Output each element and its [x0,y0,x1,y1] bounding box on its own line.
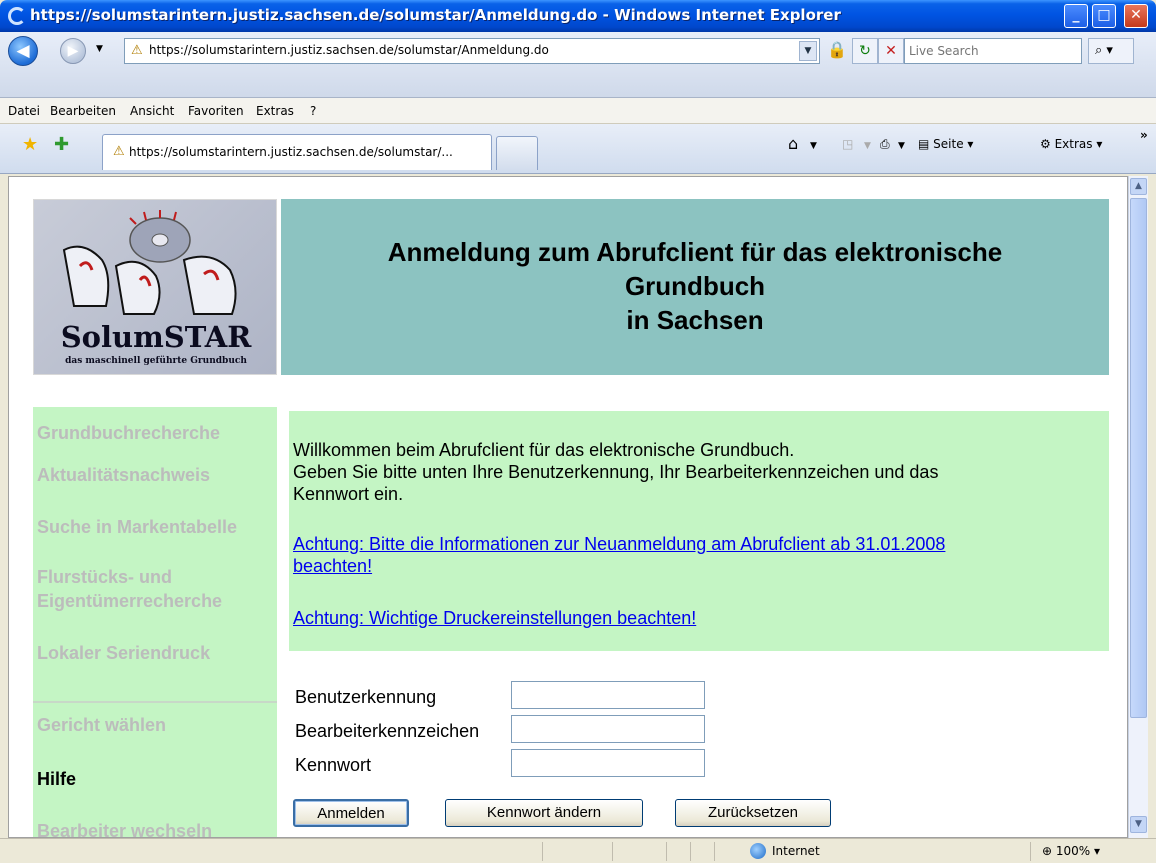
search-icon: ⌕ [1095,43,1103,58]
vertical-scrollbar[interactable]: ▲ ▼ [1128,176,1148,838]
nav-suche-markentabelle[interactable]: Suche in Markentabelle [37,515,237,539]
editor-input[interactable] [511,715,705,743]
nav-bearbeiter-wechseln[interactable]: Bearbeiter wechseln [37,819,212,837]
user-input[interactable] [511,681,705,709]
status-divider [1030,842,1031,861]
change-password-button[interactable]: Kennwort ändern [445,799,643,827]
zoom-level[interactable]: ⊕ 100% ▾ [1042,844,1100,858]
tab-current[interactable]: ⚠ https://solumstarintern.justiz.sachsen… [102,134,492,170]
print-icon[interactable]: ⎙ [880,137,890,152]
security-lock-icon[interactable]: 🔒 [824,37,850,63]
druckereinstellungen-link[interactable]: Achtung: Wichtige Druckereinstellungen b… [293,607,1083,629]
instruction-text-2: Kennwort ein. [293,484,404,504]
close-button[interactable]: ✕ [1124,4,1148,28]
page-header: Anmeldung zum Abrufclient für das elektr… [281,199,1109,375]
page-title: Anmeldung zum Abrufclient für das elektr… [387,237,1003,335]
menu-bar: Datei Bearbeiten Ansicht Favoriten Extra… [0,98,1156,124]
nav-lokaler-seriendruck[interactable]: Lokaler Seriendruck [37,641,210,665]
title-bar: https://solumstarintern.justiz.sachsen.d… [0,0,1156,32]
login-form: Benutzerkennung Bearbeiterkennzeichen Ke… [289,681,989,837]
maximize-button[interactable]: □ [1092,4,1116,28]
solumstar-logo: SolumSTAR das maschinell geführte Grundb… [33,199,277,375]
menu-bearbeiten[interactable]: Bearbeiten [50,104,116,118]
search-field[interactable] [904,38,1082,64]
status-divider [690,842,691,861]
menu-help[interactable]: ? [310,104,316,118]
nav-flurstuecks-line2[interactable]: Eigentümerrecherche [37,589,222,613]
status-divider [714,842,715,861]
refresh-button[interactable]: ↻ [852,38,878,64]
scroll-thumb[interactable] [1130,198,1147,718]
site-icon: ⚠ [131,43,143,58]
password-label: Kennwort [295,755,372,775]
page-icon: ▤ [918,137,934,151]
info-panel: Willkommen beim Abrufclient für das elek… [289,411,1109,651]
user-label: Benutzerkennung [295,687,437,707]
ie-logo-icon [8,7,26,25]
address-dropdown-icon[interactable]: ▼ [799,41,817,61]
welcome-text: Willkommen beim Abrufclient für das elek… [293,440,795,460]
search-button[interactable]: ⌕ ▾ [1088,38,1134,64]
scroll-down-icon[interactable]: ▼ [1130,816,1147,833]
nav-aktualitaetsnachweis[interactable]: Aktualitätsnachweis [37,463,210,487]
nav-gericht-waehlen[interactable]: Gericht wählen [37,713,166,737]
nav-divider [33,701,277,703]
browser-window: https://solumstarintern.justiz.sachsen.d… [0,0,1156,863]
add-favorite-icon[interactable]: ✚ [54,134,69,155]
menu-datei[interactable]: Datei [8,104,40,118]
back-button[interactable]: ◀ [8,36,38,66]
address-url[interactable]: https://solumstarintern.justiz.sachsen.d… [149,43,549,57]
tools-menu[interactable]: ⚙ Extras ▾ [1040,137,1102,151]
tab-bar: ★ ✚ ⚠ https://solumstarintern.justiz.sac… [0,124,1156,174]
forward-button[interactable]: ▶ [60,38,86,64]
status-divider [666,842,667,861]
neuanmeldung-link[interactable]: Achtung: Bitte die Informationen zur Neu… [293,533,1083,577]
menu-extras[interactable]: Extras [256,104,294,118]
status-divider [542,842,543,861]
window-title: https://solumstarintern.justiz.sachsen.d… [30,6,841,24]
reset-button[interactable]: Zurücksetzen [675,799,831,827]
nav-hilfe[interactable]: Hilfe [37,767,76,791]
internet-zone-icon [750,843,766,859]
scroll-up-icon[interactable]: ▲ [1130,178,1147,195]
instruction-text-1: Geben Sie bitte unten Ihre Benutzerkennu… [293,462,939,482]
history-dropdown-icon[interactable]: ▼ [96,44,103,54]
minimize-button[interactable]: _ [1064,4,1088,28]
security-zone-label: Internet [772,844,820,858]
password-input[interactable] [511,749,705,777]
status-bar: Internet ⊕ 100% ▾ [0,838,1156,863]
page-menu[interactable]: ▤ Seite ▾ [918,137,973,151]
menu-favoriten[interactable]: Favoriten [188,104,244,118]
new-tab-button[interactable] [496,136,538,170]
print-dropdown-icon[interactable]: ▼ [898,141,905,151]
feeds-icon[interactable]: ◳ [842,137,853,151]
brand-tagline: das maschinell geführte Grundbuch [65,356,247,366]
tab-site-icon: ⚠ [113,144,125,159]
status-divider [612,842,613,861]
tab-title: https://solumstarintern.justiz.sachsen.d… [129,145,453,159]
zoom-icon: ⊕ [1042,844,1053,858]
home-dropdown-icon[interactable]: ▼ [810,141,817,151]
page-viewport: SolumSTAR das maschinell geführte Grundb… [8,176,1128,838]
address-field[interactable]: ⚠ https://solumstarintern.justiz.sachsen… [124,38,820,64]
chevron-more-icon[interactable]: » [1140,128,1148,142]
home-icon[interactable]: ⌂ [788,134,798,153]
gear-icon: ⚙ [1040,137,1055,151]
editor-label: Bearbeiterkennzeichen [295,721,480,741]
navigation-bar: ◀ ▶ ▼ ⚠ https://solumstarintern.justiz.s… [0,32,1156,98]
search-input[interactable] [909,40,1079,62]
login-button[interactable]: Anmelden [293,799,409,827]
nav-flurstuecks-line1[interactable]: Flurstücks- und [37,565,172,589]
nav-grundbuchrecherche[interactable]: Grundbuchrecherche [37,421,220,445]
frame-edge [0,176,8,838]
sidebar-nav: Grundbuchrecherche Aktualitätsnachweis S… [33,407,277,837]
books-cd-logo-icon [62,210,237,315]
feeds-dropdown-icon[interactable]: ▼ [864,141,871,151]
brand-name: SolumSTAR [60,320,252,354]
favorites-star-icon[interactable]: ★ [22,134,38,155]
stop-button[interactable]: ✕ [878,38,904,64]
menu-ansicht[interactable]: Ansicht [130,104,174,118]
